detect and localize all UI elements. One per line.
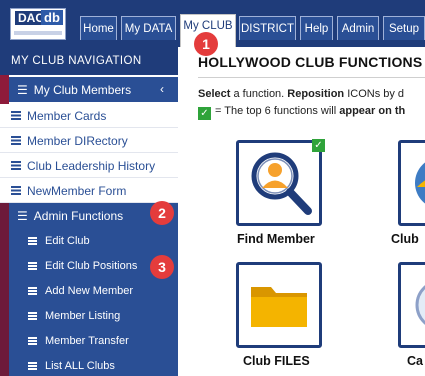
admin-functions-list: Edit Club Edit Club Positions Add New Me… (9, 228, 178, 376)
chevron-left-icon: ‹ (160, 82, 164, 96)
function-label-calendar: Ca (407, 354, 423, 368)
sidebar-item-label: Club Leadership History (27, 158, 156, 173)
sidebar-item-list-all-clubs[interactable]: List ALL Clubs (9, 353, 178, 376)
tab-my-club-label: My CLUB (183, 20, 233, 32)
section-my-club-members-label: My Club Members (33, 82, 132, 97)
function-card-club[interactable] (398, 140, 425, 226)
instruction-part: a function. (230, 88, 288, 100)
sidebar-heading: MY CLUB NAVIGATION (0, 47, 178, 75)
pinned-check-icon: ✓ (312, 139, 325, 152)
tab-help[interactable]: Help (300, 16, 333, 40)
sidebar-accent-stripe (0, 75, 9, 104)
sidebar-item-label: Member Transfer (45, 334, 129, 347)
top-functions-note: ✓ = The top 6 functions will appear on th (198, 105, 405, 120)
callout-badge-1: 1 (194, 32, 218, 56)
tab-setup-label: Setup (388, 22, 420, 35)
list-icon (28, 361, 37, 370)
list-icon (11, 161, 21, 170)
note-bold-text: appear on th (339, 105, 406, 117)
sidebar-item-add-new-member[interactable]: Add New Member (9, 278, 178, 303)
sidebar-item-club-leadership-history[interactable]: Club Leadership History (0, 154, 178, 178)
instruction-select: Select (198, 88, 231, 100)
sidebar-item-label: Edit Club (45, 234, 90, 247)
tab-district[interactable]: DISTRICT (239, 16, 296, 40)
sidebar-item-member-directory[interactable]: Member DIRectory (0, 129, 178, 153)
club-functions-panel: HOLLYWOOD CLUB FUNCTIONS Select a functi… (186, 47, 425, 376)
tab-setup[interactable]: Setup (383, 16, 425, 40)
section-my-club-members[interactable]: ☰ My Club Members ‹ (9, 77, 178, 102)
title-divider (198, 77, 425, 78)
sidebar-accent-stripe (0, 203, 9, 376)
list-icon (28, 236, 37, 245)
function-card-club-files[interactable] (236, 262, 322, 348)
club-icon (415, 162, 425, 204)
tab-admin-label: Admin (341, 22, 375, 35)
logo-text-db: db (41, 10, 63, 25)
sidebar-item-label: Member DIRectory (27, 133, 128, 148)
list-icon (28, 336, 37, 345)
sidebar-item-member-transfer[interactable]: Member Transfer (9, 328, 178, 353)
menu-icon: ☰ (17, 208, 28, 223)
sidebar-item-label: List ALL Clubs (45, 359, 115, 372)
function-label-find-member: Find Member (237, 232, 315, 246)
checkmark-icon: ✓ (198, 107, 211, 120)
find-member-icon (251, 152, 312, 215)
instruction-reposition: Reposition (287, 88, 345, 100)
list-icon (11, 186, 21, 195)
list-icon (11, 136, 21, 145)
tab-my-data-label: My DATA (124, 22, 173, 35)
sidebar-item-label: Member Listing (45, 309, 121, 322)
function-label-club-files: Club FILES (243, 354, 310, 368)
list-icon (11, 111, 21, 120)
list-icon (28, 261, 37, 270)
function-label-club: Club (391, 232, 419, 246)
tab-home-label: Home (83, 22, 114, 35)
tab-admin[interactable]: Admin (337, 16, 379, 40)
folder-icon (251, 287, 307, 327)
sidebar-item-newmember-form[interactable]: NewMember Form (0, 179, 178, 203)
logo-tagline-graphic (14, 31, 62, 35)
sidebar-item-label: Edit Club Positions (45, 259, 138, 272)
list-icon (28, 286, 37, 295)
callout-badge-3: 3 (150, 255, 174, 279)
list-icon (28, 311, 37, 320)
sidebar-item-label: Add New Member (45, 284, 134, 297)
tab-help-label: Help (304, 22, 329, 35)
tab-district-label: DISTRICT (240, 22, 295, 35)
sidebar-item-edit-club[interactable]: Edit Club (9, 228, 178, 253)
page-title: HOLLYWOOD CLUB FUNCTIONS (198, 54, 423, 70)
tab-home[interactable]: Home (80, 16, 117, 40)
instruction-text: Select a function. Reposition ICONs by d (198, 88, 404, 100)
dacdb-logo[interactable]: DAC db (10, 8, 66, 40)
callout-badge-2: 2 (150, 201, 174, 225)
sidebar-item-label: Member Cards (27, 108, 107, 123)
sidebar-item-member-listing[interactable]: Member Listing (9, 303, 178, 328)
sidebar-item-label: NewMember Form (27, 183, 127, 198)
sidebar-item-member-cards[interactable]: Member Cards (0, 104, 178, 128)
menu-icon: ☰ (17, 82, 28, 97)
tab-my-data[interactable]: My DATA (121, 16, 176, 40)
note-text: = The top 6 functions will (215, 105, 340, 117)
section-admin-functions-label: Admin Functions (33, 208, 124, 223)
function-card-find-member[interactable] (236, 140, 322, 226)
function-card-calendar[interactable] (398, 262, 425, 348)
calendar-icon (415, 285, 425, 325)
instruction-part: ICONs by d (344, 88, 405, 100)
